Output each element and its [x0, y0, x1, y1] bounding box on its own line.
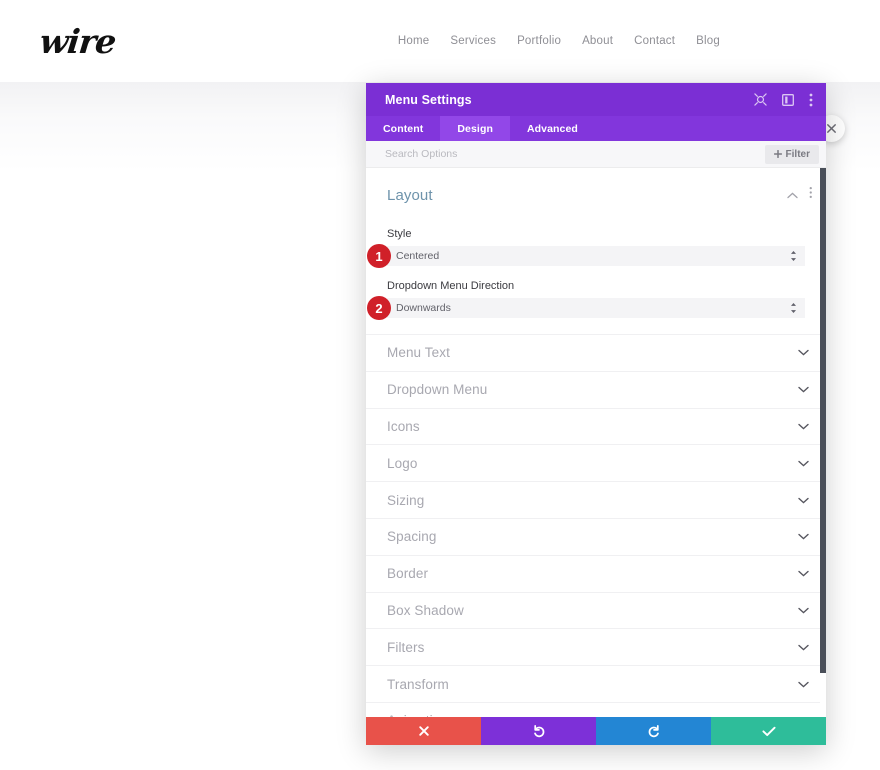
nav-link-home[interactable]: Home — [398, 35, 429, 47]
section-border[interactable]: Border — [366, 554, 826, 592]
style-select[interactable]: Centered — [387, 246, 805, 266]
filter-button[interactable]: Filter — [764, 144, 819, 164]
menu-settings-modal: Menu Settings Content Design Advanced Se… — [366, 83, 826, 745]
modal-scrollbar[interactable] — [820, 168, 826, 717]
section-label: Icons — [387, 418, 420, 434]
fullscreen-icon[interactable] — [754, 93, 767, 106]
section-label: Logo — [387, 455, 418, 471]
field-style-label: Style — [387, 228, 412, 240]
section-layout-title: Layout — [387, 186, 433, 204]
section-label: Dropdown Menu — [387, 382, 488, 398]
chevron-down-icon — [798, 460, 809, 467]
site-header: wire Home Services Portfolio About Conta… — [0, 0, 880, 82]
close-icon — [827, 124, 836, 133]
section-layout-header[interactable]: Layout — [366, 168, 826, 214]
save-button[interactable] — [711, 717, 826, 745]
select-stepper-icon[interactable] — [790, 251, 797, 262]
close-icon — [418, 726, 429, 736]
section-icons[interactable]: Icons — [366, 407, 826, 445]
field-dropdown-direction: Dropdown Menu Direction 2 Downwards — [366, 280, 826, 320]
redo-icon — [648, 725, 659, 738]
step-badge-1: 1 — [367, 244, 391, 268]
site-navigation: Home Services Portfolio About Contact Bl… — [398, 35, 720, 47]
section-logo[interactable]: Logo — [366, 444, 826, 481]
step-badge-2: 2 — [367, 296, 391, 320]
section-label: Spacing — [387, 529, 437, 545]
section-animation[interactable]: Animation — [366, 701, 826, 717]
chevron-up-icon[interactable] — [786, 186, 798, 204]
section-label: Menu Text — [387, 345, 450, 361]
tab-advanced[interactable]: Advanced — [510, 116, 595, 141]
plus-icon — [773, 150, 782, 158]
dropdown-direction-select-value: Downwards — [396, 302, 451, 314]
chevron-down-icon — [798, 607, 809, 614]
nav-link-services[interactable]: Services — [450, 35, 496, 47]
section-transform[interactable]: Transform — [366, 665, 826, 702]
section-label: Border — [387, 566, 429, 582]
layout-view-icon[interactable] — [782, 93, 794, 106]
check-icon — [761, 726, 776, 736]
chevron-down-icon — [798, 386, 809, 393]
chevron-down-icon — [798, 681, 809, 688]
redo-button[interactable] — [596, 717, 711, 745]
chevron-down-icon — [798, 423, 809, 430]
section-more-options-icon[interactable] — [809, 186, 813, 204]
section-dropdown-menu[interactable]: Dropdown Menu — [366, 370, 826, 408]
section-label: Box Shadow — [387, 602, 464, 618]
section-sizing[interactable]: Sizing — [366, 481, 826, 518]
section-box-shadow[interactable]: Box Shadow — [366, 591, 826, 629]
chevron-down-icon — [798, 533, 809, 540]
chevron-down-icon — [798, 349, 809, 356]
section-label: Filters — [387, 639, 425, 655]
cancel-button[interactable] — [366, 717, 481, 745]
modal-scrollbar-thumb[interactable] — [820, 168, 826, 673]
section-label: Transform — [387, 676, 449, 692]
titlebar-icon-group — [754, 93, 813, 107]
filter-button-label: Filter — [785, 148, 810, 160]
nav-link-blog[interactable]: Blog — [696, 35, 720, 47]
section-layout-actions — [786, 186, 813, 204]
search-input[interactable]: Search Options — [385, 148, 457, 160]
nav-link-contact[interactable]: Contact — [634, 35, 675, 47]
chevron-down-icon — [798, 644, 809, 651]
tab-content[interactable]: Content — [366, 116, 440, 141]
dropdown-direction-select[interactable]: Downwards — [387, 298, 805, 318]
modal-footer — [366, 717, 826, 745]
style-select-value: Centered — [396, 250, 440, 262]
nav-link-about[interactable]: About — [582, 35, 613, 47]
undo-icon — [533, 725, 544, 738]
field-style: Style 1 Centered — [366, 228, 826, 268]
chevron-down-icon — [798, 497, 809, 504]
undo-button[interactable] — [481, 717, 596, 745]
site-logo[interactable]: wire — [38, 22, 117, 61]
chevron-down-icon — [798, 570, 809, 577]
nav-link-portfolio[interactable]: Portfolio — [517, 35, 561, 47]
section-label: Animation — [387, 713, 448, 717]
modal-tab-bar: Content Design Advanced — [366, 116, 826, 141]
section-spacing[interactable]: Spacing — [366, 517, 826, 555]
section-filters[interactable]: Filters — [366, 628, 826, 665]
modal-scroll-area: Layout Style 1 Centered Dropdown Menu Di… — [366, 168, 826, 717]
tab-design[interactable]: Design — [440, 116, 510, 141]
select-stepper-icon[interactable] — [790, 303, 797, 314]
search-row: Search Options Filter — [366, 141, 826, 168]
section-label: Sizing — [387, 492, 425, 508]
modal-title: Menu Settings — [385, 92, 472, 107]
modal-titlebar[interactable]: Menu Settings — [366, 83, 826, 116]
more-options-icon[interactable] — [809, 93, 813, 107]
section-menu-text[interactable]: Menu Text — [366, 334, 826, 371]
field-dropdown-direction-label: Dropdown Menu Direction — [387, 280, 515, 292]
